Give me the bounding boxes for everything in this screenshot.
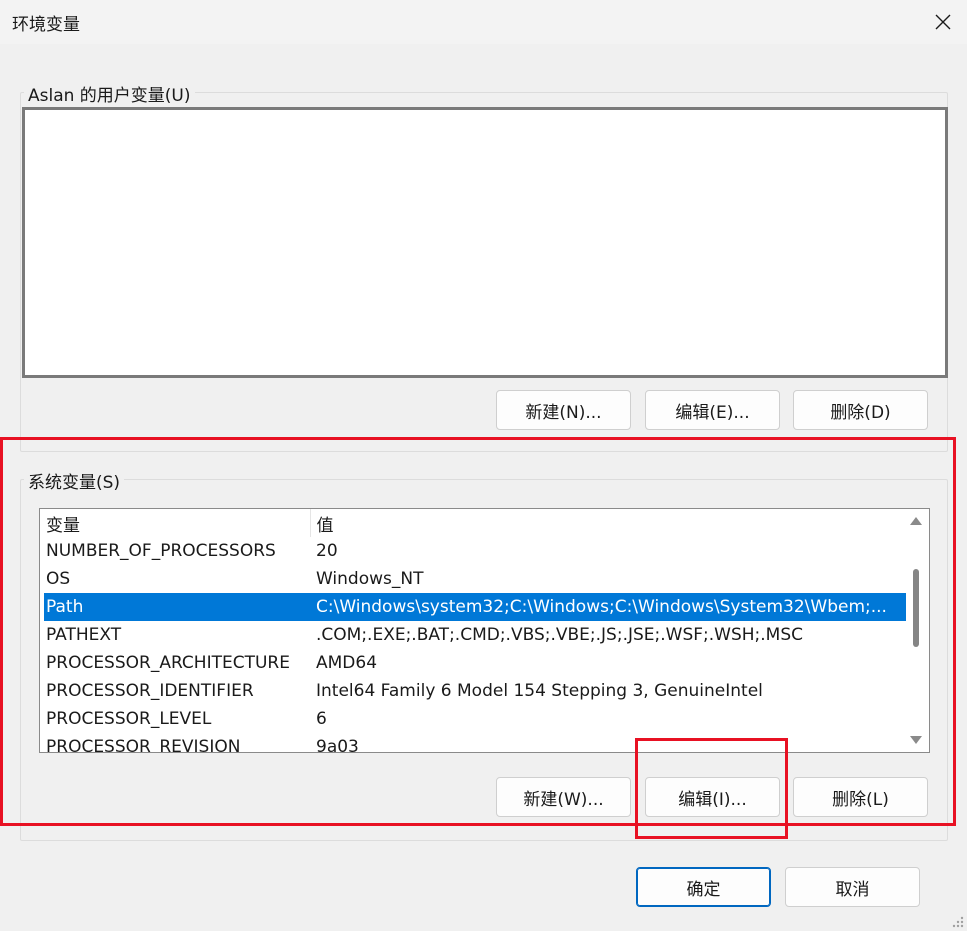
- ok-button[interactable]: 确定: [636, 867, 771, 907]
- table-row[interactable]: OS Windows_NT: [44, 565, 906, 593]
- variable-name: PATHEXT: [46, 625, 122, 645]
- variable-value: Windows_NT: [316, 569, 424, 589]
- variable-name: PROCESSOR_ARCHITECTURE: [46, 653, 290, 673]
- variable-value: 6: [316, 709, 327, 729]
- table-header: 变量 值: [44, 509, 906, 537]
- system-edit-button[interactable]: 编辑(I)...: [645, 777, 780, 817]
- variable-name: PROCESSOR_IDENTIFIER: [46, 681, 254, 701]
- table-row-selected[interactable]: Path C:\Windows\system32;C:\Windows;C:\W…: [44, 593, 906, 621]
- variable-name: PROCESSOR_REVISION: [46, 737, 241, 753]
- variable-value: AMD64: [316, 653, 378, 673]
- system-variables-list[interactable]: 变量 值 NUMBER_OF_PROCESSORS 20 OS Windows_…: [39, 508, 930, 753]
- table-row[interactable]: PROCESSOR_IDENTIFIER Intel64 Family 6 Mo…: [44, 677, 906, 705]
- variable-name: Path: [44, 593, 310, 621]
- table-row[interactable]: NUMBER_OF_PROCESSORS 20: [44, 537, 906, 565]
- close-icon: [935, 14, 951, 30]
- variable-value: C:\Windows\system32;C:\Windows;C:\Window…: [310, 593, 906, 621]
- cancel-button[interactable]: 取消: [785, 867, 920, 907]
- window-title: 环境变量: [12, 15, 80, 35]
- close-button[interactable]: [919, 0, 967, 44]
- user-variables-list[interactable]: [22, 107, 948, 378]
- table-row[interactable]: PROCESSOR_ARCHITECTURE AMD64: [44, 649, 906, 677]
- variable-value: 9a03: [316, 737, 359, 753]
- table-row[interactable]: PROCESSOR_REVISION 9a03: [44, 733, 906, 753]
- variable-value: 20: [316, 541, 338, 561]
- column-header-variable[interactable]: 变量: [44, 509, 310, 537]
- table-row[interactable]: PATHEXT .COM;.EXE;.BAT;.CMD;.VBS;.VBE;.J…: [44, 621, 906, 649]
- user-edit-button[interactable]: 编辑(E)...: [645, 390, 780, 430]
- title-bar: 环境变量: [0, 0, 967, 44]
- variable-name: OS: [46, 569, 71, 589]
- resize-grip-icon[interactable]: [952, 916, 964, 928]
- scroll-up-arrow-icon[interactable]: [910, 517, 922, 525]
- user-new-button[interactable]: 新建(N)...: [496, 390, 631, 430]
- variable-name: PROCESSOR_LEVEL: [46, 709, 212, 729]
- variable-value: Intel64 Family 6 Model 154 Stepping 3, G…: [316, 681, 763, 701]
- variable-name: NUMBER_OF_PROCESSORS: [46, 541, 276, 561]
- scroll-down-arrow-icon[interactable]: [910, 736, 922, 744]
- column-header-value[interactable]: 值: [309, 509, 906, 537]
- table-row[interactable]: PROCESSOR_LEVEL 6: [44, 705, 906, 733]
- system-variables-table: 变量 值 NUMBER_OF_PROCESSORS 20 OS Windows_…: [44, 509, 906, 753]
- system-new-button[interactable]: 新建(W)...: [496, 777, 631, 817]
- user-variables-label: Aslan 的用户变量(U): [24, 81, 195, 106]
- user-delete-button[interactable]: 删除(D): [793, 390, 928, 430]
- variable-value: .COM;.EXE;.BAT;.CMD;.VBS;.VBE;.JS;.JSE;.…: [316, 625, 804, 645]
- system-delete-button[interactable]: 删除(L): [793, 777, 928, 817]
- scrollbar-thumb[interactable]: [913, 569, 919, 647]
- vertical-scrollbar[interactable]: [903, 509, 929, 752]
- system-variables-label: 系统变量(S): [24, 468, 125, 493]
